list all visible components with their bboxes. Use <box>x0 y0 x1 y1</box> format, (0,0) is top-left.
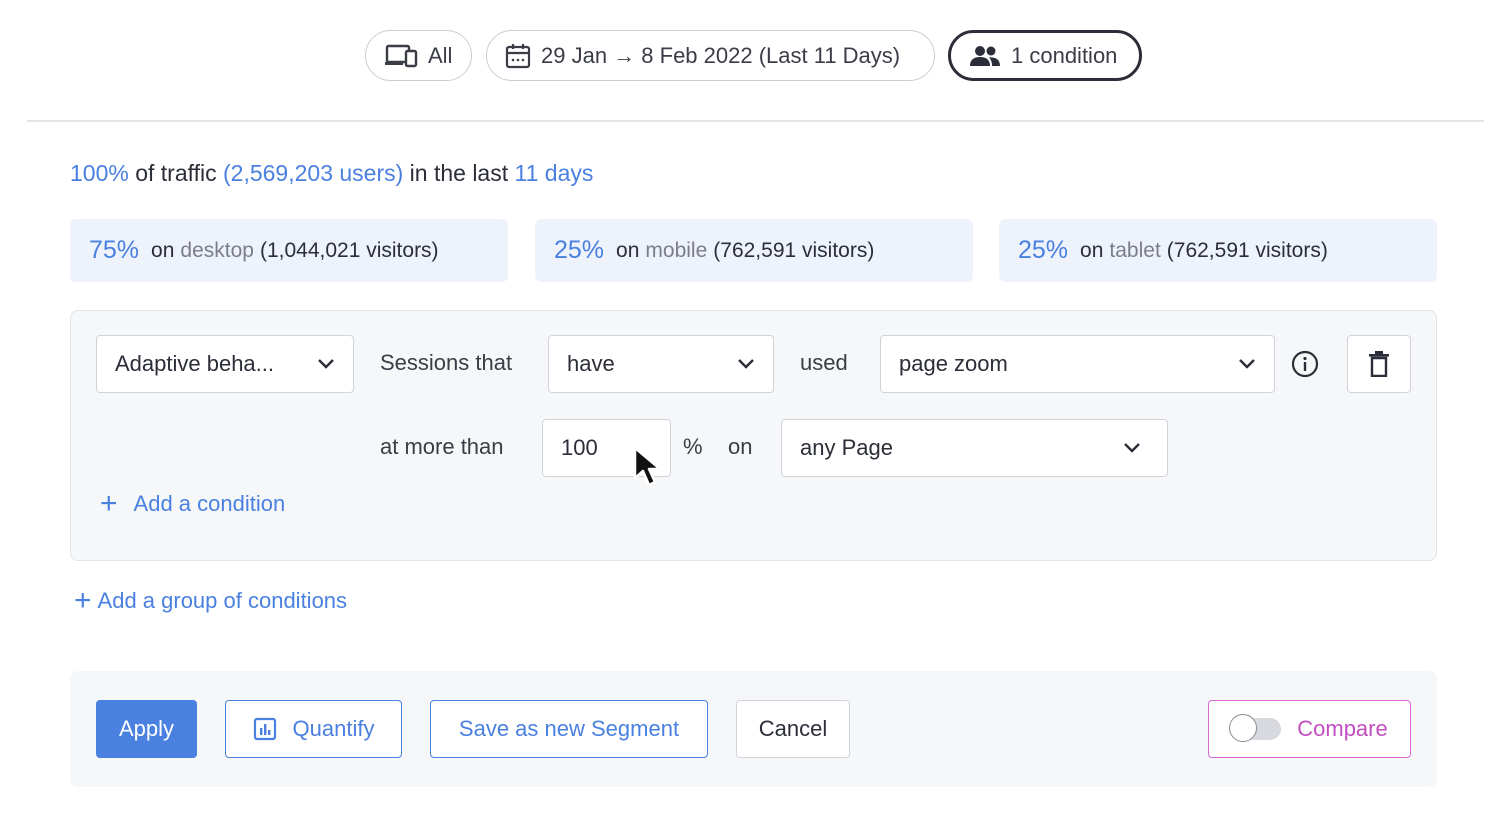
info-icon[interactable] <box>1291 350 1319 378</box>
bar-chart-icon <box>253 717 276 741</box>
devices-icon <box>385 44 418 67</box>
segment-filter-label: 1 condition <box>1011 42 1118 68</box>
traffic-summary: 100% of traffic (2,569,203 users) in the… <box>70 160 593 187</box>
mobile-on-label: on <box>616 238 640 262</box>
save-segment-label: Save as new Segment <box>458 716 680 741</box>
device-filter[interactable]: All <box>365 30 472 81</box>
mobile-visitors: (762,591 visitors) <box>713 238 875 262</box>
at-more-than-label: at more than <box>380 434 504 459</box>
delete-condition-button[interactable] <box>1347 335 1411 393</box>
chevron-down-icon <box>318 359 334 369</box>
compare-toggle[interactable] <box>1229 714 1282 742</box>
date-range-filter[interactable]: 29 Jan → 8 Feb 2022 (Last 11 Days) <box>486 30 935 81</box>
desktop-visitors: (1,044,021 visitors) <box>259 238 439 262</box>
page-value: any Page <box>800 435 893 460</box>
toggle-knob <box>1229 714 1258 742</box>
apply-label: Apply <box>118 716 175 741</box>
mouse-cursor-icon <box>633 446 662 487</box>
add-condition-link[interactable]: + Add a condition <box>100 489 285 519</box>
header-divider <box>27 120 1484 122</box>
tablet-device-label: tablet <box>1109 238 1161 262</box>
add-group-link[interactable]: + Add a group of conditions <box>74 586 347 616</box>
category-select[interactable]: Adaptive beha... <box>96 335 354 393</box>
plus-icon: + <box>100 487 118 520</box>
desktop-percent: 75% <box>89 236 140 264</box>
date-range-label: 29 Jan → 8 Feb 2022 (Last 11 Days) <box>541 42 901 68</box>
behavior-value: page zoom <box>899 351 1008 376</box>
traffic-users: (2,569,203 users) <box>223 160 404 186</box>
percent-unit-label: % <box>683 434 703 459</box>
chevron-down-icon <box>1239 359 1255 369</box>
segment-filter[interactable]: 1 condition <box>948 30 1142 81</box>
tablet-percent: 25% <box>1018 236 1069 264</box>
cancel-label: Cancel <box>758 716 828 741</box>
add-group-label: Add a group of conditions <box>97 588 348 613</box>
mobile-percent: 25% <box>554 236 605 264</box>
cancel-button[interactable]: Cancel <box>736 700 850 758</box>
threshold-value: 100 <box>561 435 598 460</box>
tablet-on-label: on <box>1080 238 1104 262</box>
save-segment-button[interactable]: Save as new Segment <box>430 700 708 758</box>
page-select[interactable]: any Page <box>781 419 1168 477</box>
desktop-device-label: desktop <box>180 238 254 262</box>
tablet-visitors: (762,591 visitors) <box>1166 238 1328 262</box>
traffic-percent: 100% <box>70 160 129 186</box>
plus-icon: + <box>74 584 92 617</box>
on-label: on <box>728 434 753 459</box>
compare-button[interactable]: Compare <box>1208 700 1411 758</box>
used-label: used <box>800 350 848 375</box>
have-value: have <box>567 351 615 376</box>
quantify-button[interactable]: Quantify <box>225 700 402 758</box>
quantify-label: Quantify <box>292 716 375 741</box>
compare-label: Compare <box>1297 716 1388 741</box>
chevron-down-icon <box>738 359 754 369</box>
mobile-stat: 25% on mobile (762,591 visitors) <box>535 219 973 282</box>
add-condition-label: Add a condition <box>133 491 286 516</box>
apply-button[interactable]: Apply <box>96 700 197 758</box>
users-icon <box>970 45 1000 66</box>
have-select[interactable]: have <box>548 335 774 393</box>
trash-icon <box>1369 351 1389 377</box>
traffic-in-last-label: in the last <box>409 160 509 186</box>
desktop-on-label: on <box>151 238 175 262</box>
tablet-stat: 25% on tablet (762,591 visitors) <box>999 219 1437 282</box>
device-filter-label: All <box>428 42 453 68</box>
traffic-of-label: of traffic <box>135 160 217 186</box>
traffic-period: 11 days <box>514 160 594 186</box>
desktop-stat: 75% on desktop (1,044,021 visitors) <box>70 219 508 282</box>
chevron-down-icon <box>1124 443 1140 453</box>
mobile-device-label: mobile <box>645 238 708 262</box>
calendar-icon <box>505 43 531 68</box>
category-value: Adaptive beha... <box>115 351 275 376</box>
sessions-that-label: Sessions that <box>380 350 513 375</box>
behavior-select[interactable]: page zoom <box>880 335 1275 393</box>
